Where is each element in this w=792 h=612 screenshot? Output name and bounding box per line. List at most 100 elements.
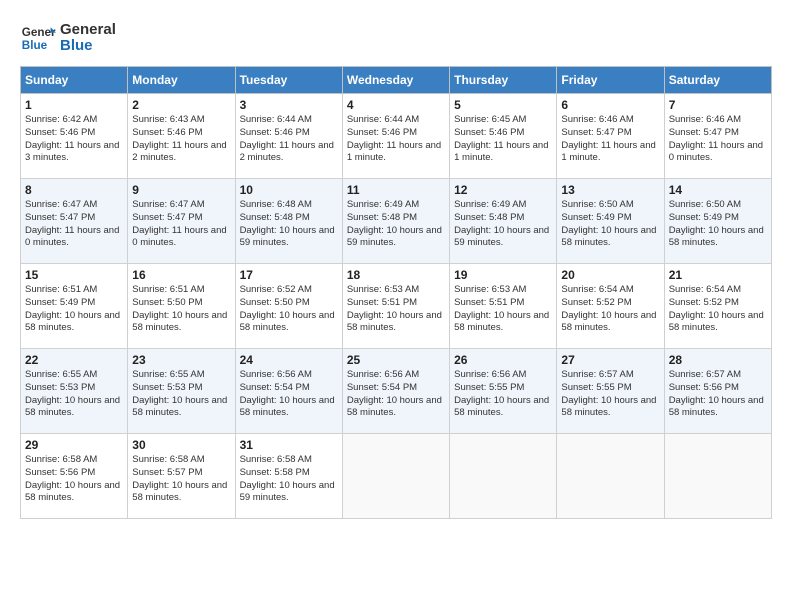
day-info: Sunrise: 6:57 AM Sunset: 5:55 PM Dayligh… [561, 369, 659, 420]
empty-cell [557, 434, 664, 519]
page-header: General Blue General Blue [20, 20, 772, 56]
day-number: 18 [347, 268, 445, 282]
day-info: Sunrise: 6:53 AM Sunset: 5:51 PM Dayligh… [454, 284, 552, 335]
weekday-header-tuesday: Tuesday [235, 67, 342, 94]
day-info: Sunrise: 6:50 AM Sunset: 5:49 PM Dayligh… [669, 199, 767, 250]
day-info: Sunrise: 6:47 AM Sunset: 5:47 PM Dayligh… [132, 199, 230, 250]
day-info: Sunrise: 6:46 AM Sunset: 5:47 PM Dayligh… [561, 114, 659, 165]
day-info: Sunrise: 6:57 AM Sunset: 5:56 PM Dayligh… [669, 369, 767, 420]
calendar-day-18: 18 Sunrise: 6:53 AM Sunset: 5:51 PM Dayl… [342, 264, 449, 349]
day-number: 8 [25, 183, 123, 197]
calendar-day-10: 10 Sunrise: 6:48 AM Sunset: 5:48 PM Dayl… [235, 179, 342, 264]
calendar-day-31: 31 Sunrise: 6:58 AM Sunset: 5:58 PM Dayl… [235, 434, 342, 519]
day-info: Sunrise: 6:55 AM Sunset: 5:53 PM Dayligh… [132, 369, 230, 420]
day-info: Sunrise: 6:55 AM Sunset: 5:53 PM Dayligh… [25, 369, 123, 420]
weekday-header-monday: Monday [128, 67, 235, 94]
calendar-day-28: 28 Sunrise: 6:57 AM Sunset: 5:56 PM Dayl… [664, 349, 771, 434]
empty-cell [342, 434, 449, 519]
day-number: 17 [240, 268, 338, 282]
svg-text:Blue: Blue [22, 39, 48, 52]
calendar-day-23: 23 Sunrise: 6:55 AM Sunset: 5:53 PM Dayl… [128, 349, 235, 434]
day-number: 5 [454, 98, 552, 112]
calendar-day-20: 20 Sunrise: 6:54 AM Sunset: 5:52 PM Dayl… [557, 264, 664, 349]
day-info: Sunrise: 6:42 AM Sunset: 5:46 PM Dayligh… [25, 114, 123, 165]
day-number: 31 [240, 438, 338, 452]
day-info: Sunrise: 6:50 AM Sunset: 5:49 PM Dayligh… [561, 199, 659, 250]
day-number: 7 [669, 98, 767, 112]
logo-icon: General Blue [20, 20, 56, 56]
day-number: 6 [561, 98, 659, 112]
day-number: 12 [454, 183, 552, 197]
day-number: 13 [561, 183, 659, 197]
day-info: Sunrise: 6:56 AM Sunset: 5:54 PM Dayligh… [347, 369, 445, 420]
calendar-day-25: 25 Sunrise: 6:56 AM Sunset: 5:54 PM Dayl… [342, 349, 449, 434]
day-number: 15 [25, 268, 123, 282]
calendar-day-30: 30 Sunrise: 6:58 AM Sunset: 5:57 PM Dayl… [128, 434, 235, 519]
calendar-day-4: 4 Sunrise: 6:44 AM Sunset: 5:46 PM Dayli… [342, 94, 449, 179]
day-number: 22 [25, 353, 123, 367]
day-number: 11 [347, 183, 445, 197]
day-number: 1 [25, 98, 123, 112]
weekday-header-sunday: Sunday [21, 67, 128, 94]
day-number: 25 [347, 353, 445, 367]
logo: General Blue General Blue [20, 20, 116, 56]
day-info: Sunrise: 6:56 AM Sunset: 5:55 PM Dayligh… [454, 369, 552, 420]
calendar-day-1: 1 Sunrise: 6:42 AM Sunset: 5:46 PM Dayli… [21, 94, 128, 179]
weekday-header-friday: Friday [557, 67, 664, 94]
calendar-day-21: 21 Sunrise: 6:54 AM Sunset: 5:52 PM Dayl… [664, 264, 771, 349]
weekday-header-thursday: Thursday [450, 67, 557, 94]
day-info: Sunrise: 6:51 AM Sunset: 5:50 PM Dayligh… [132, 284, 230, 335]
empty-cell [664, 434, 771, 519]
day-number: 19 [454, 268, 552, 282]
calendar-day-29: 29 Sunrise: 6:58 AM Sunset: 5:56 PM Dayl… [21, 434, 128, 519]
day-info: Sunrise: 6:44 AM Sunset: 5:46 PM Dayligh… [240, 114, 338, 165]
empty-cell [450, 434, 557, 519]
day-info: Sunrise: 6:47 AM Sunset: 5:47 PM Dayligh… [25, 199, 123, 250]
calendar-table: SundayMondayTuesdayWednesdayThursdayFrid… [20, 66, 772, 519]
calendar-day-3: 3 Sunrise: 6:44 AM Sunset: 5:46 PM Dayli… [235, 94, 342, 179]
calendar-day-17: 17 Sunrise: 6:52 AM Sunset: 5:50 PM Dayl… [235, 264, 342, 349]
day-info: Sunrise: 6:51 AM Sunset: 5:49 PM Dayligh… [25, 284, 123, 335]
day-info: Sunrise: 6:45 AM Sunset: 5:46 PM Dayligh… [454, 114, 552, 165]
calendar-day-12: 12 Sunrise: 6:49 AM Sunset: 5:48 PM Dayl… [450, 179, 557, 264]
day-number: 4 [347, 98, 445, 112]
calendar-day-14: 14 Sunrise: 6:50 AM Sunset: 5:49 PM Dayl… [664, 179, 771, 264]
day-number: 26 [454, 353, 552, 367]
calendar-day-27: 27 Sunrise: 6:57 AM Sunset: 5:55 PM Dayl… [557, 349, 664, 434]
day-info: Sunrise: 6:54 AM Sunset: 5:52 PM Dayligh… [561, 284, 659, 335]
calendar-week-2: 8 Sunrise: 6:47 AM Sunset: 5:47 PM Dayli… [21, 179, 772, 264]
calendar-week-5: 29 Sunrise: 6:58 AM Sunset: 5:56 PM Dayl… [21, 434, 772, 519]
day-number: 2 [132, 98, 230, 112]
day-info: Sunrise: 6:49 AM Sunset: 5:48 PM Dayligh… [347, 199, 445, 250]
day-info: Sunrise: 6:43 AM Sunset: 5:46 PM Dayligh… [132, 114, 230, 165]
logo-text-general: General [60, 22, 116, 39]
day-number: 29 [25, 438, 123, 452]
calendar-header-row: SundayMondayTuesdayWednesdayThursdayFrid… [21, 67, 772, 94]
calendar-day-2: 2 Sunrise: 6:43 AM Sunset: 5:46 PM Dayli… [128, 94, 235, 179]
day-number: 23 [132, 353, 230, 367]
day-number: 30 [132, 438, 230, 452]
day-number: 14 [669, 183, 767, 197]
calendar-day-16: 16 Sunrise: 6:51 AM Sunset: 5:50 PM Dayl… [128, 264, 235, 349]
calendar-week-3: 15 Sunrise: 6:51 AM Sunset: 5:49 PM Dayl… [21, 264, 772, 349]
calendar-day-8: 8 Sunrise: 6:47 AM Sunset: 5:47 PM Dayli… [21, 179, 128, 264]
day-number: 24 [240, 353, 338, 367]
day-info: Sunrise: 6:53 AM Sunset: 5:51 PM Dayligh… [347, 284, 445, 335]
calendar-day-6: 6 Sunrise: 6:46 AM Sunset: 5:47 PM Dayli… [557, 94, 664, 179]
day-info: Sunrise: 6:49 AM Sunset: 5:48 PM Dayligh… [454, 199, 552, 250]
calendar-day-26: 26 Sunrise: 6:56 AM Sunset: 5:55 PM Dayl… [450, 349, 557, 434]
weekday-header-saturday: Saturday [664, 67, 771, 94]
day-info: Sunrise: 6:48 AM Sunset: 5:48 PM Dayligh… [240, 199, 338, 250]
day-info: Sunrise: 6:46 AM Sunset: 5:47 PM Dayligh… [669, 114, 767, 165]
day-number: 9 [132, 183, 230, 197]
day-info: Sunrise: 6:58 AM Sunset: 5:58 PM Dayligh… [240, 454, 338, 505]
calendar-day-11: 11 Sunrise: 6:49 AM Sunset: 5:48 PM Dayl… [342, 179, 449, 264]
day-number: 27 [561, 353, 659, 367]
day-info: Sunrise: 6:44 AM Sunset: 5:46 PM Dayligh… [347, 114, 445, 165]
calendar-day-9: 9 Sunrise: 6:47 AM Sunset: 5:47 PM Dayli… [128, 179, 235, 264]
calendar-day-22: 22 Sunrise: 6:55 AM Sunset: 5:53 PM Dayl… [21, 349, 128, 434]
calendar-day-13: 13 Sunrise: 6:50 AM Sunset: 5:49 PM Dayl… [557, 179, 664, 264]
day-info: Sunrise: 6:58 AM Sunset: 5:56 PM Dayligh… [25, 454, 123, 505]
day-info: Sunrise: 6:54 AM Sunset: 5:52 PM Dayligh… [669, 284, 767, 335]
calendar-day-15: 15 Sunrise: 6:51 AM Sunset: 5:49 PM Dayl… [21, 264, 128, 349]
